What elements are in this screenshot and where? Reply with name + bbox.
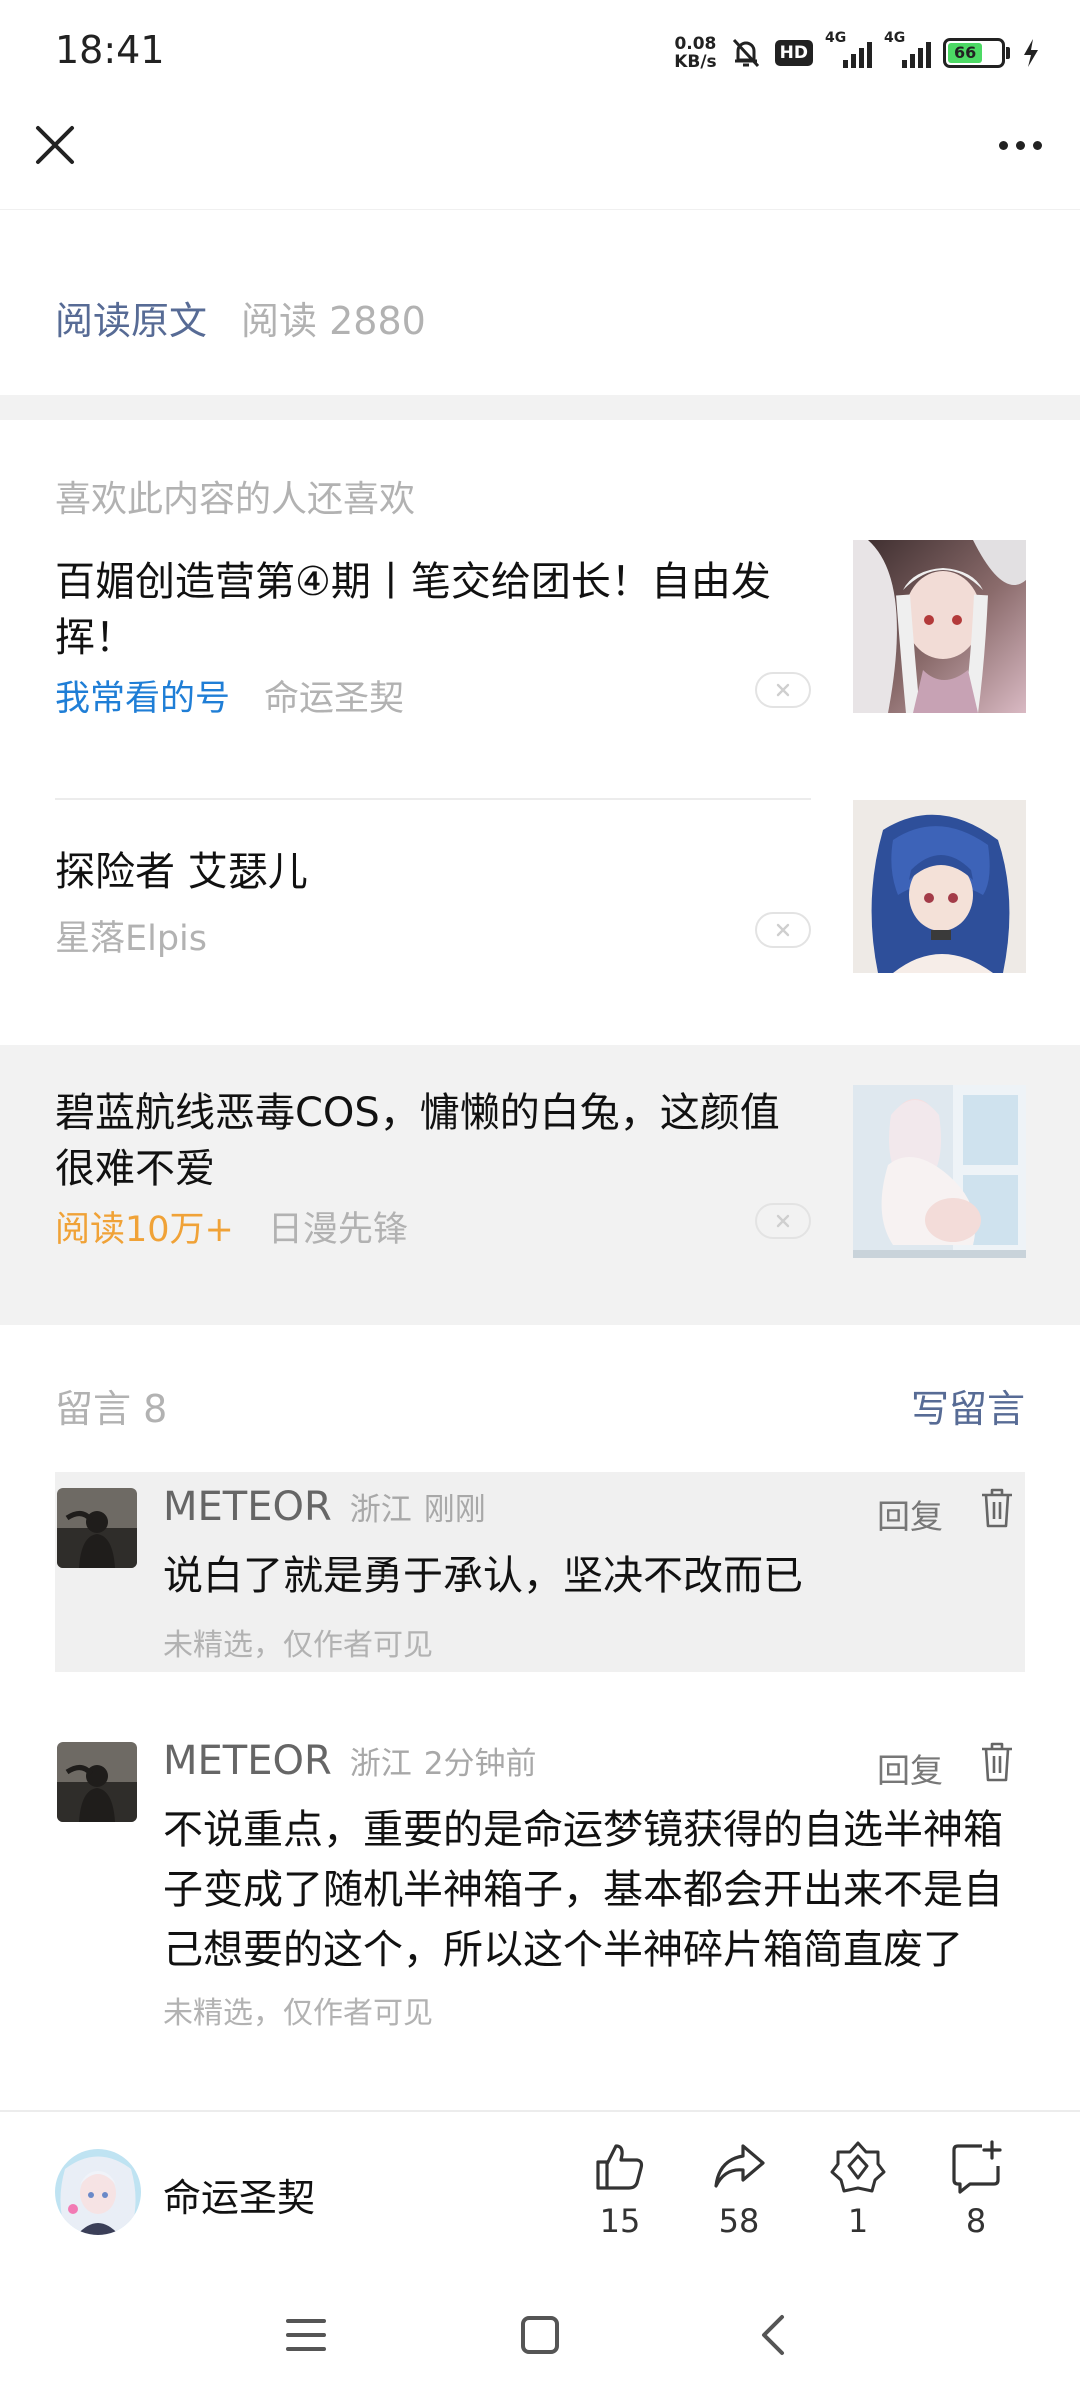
comment-author-row: METEOR 浙江 2分钟前 <box>163 1738 537 1784</box>
recommendations-header: 喜欢此内容的人还喜欢 <box>55 479 416 520</box>
more-button[interactable] <box>990 125 1050 165</box>
delete-button[interactable] <box>977 1740 1017 1784</box>
section-divider <box>0 395 1080 420</box>
back-button[interactable] <box>744 2305 804 2365</box>
recommendation-thumbnail <box>853 800 1026 973</box>
recommendation-source: 命运圣契 <box>264 679 405 719</box>
trash-icon <box>982 1488 1012 1528</box>
comment-text: 说白了就是勇于承认，坚决不改而已 <box>163 1553 803 1599</box>
comments-count: 留言 8 <box>55 1387 168 1431</box>
read-count: 阅读 2880 <box>241 299 426 343</box>
system-navigation-bar <box>0 2275 1080 2400</box>
thumbs-up-icon <box>596 2144 644 2190</box>
share-arrow-icon <box>714 2144 765 2188</box>
top-nav <box>0 100 1080 210</box>
reply-button[interactable]: 回复 <box>877 1744 943 1792</box>
comment-author[interactable]: METEOR <box>163 1738 332 1784</box>
recommend-count: 1 <box>847 2202 869 2240</box>
bottom-action-bar: 命运圣契 15 58 1 8 <box>0 2110 1080 2275</box>
comments-header: 留言 8 写留言 <box>55 1378 1025 1433</box>
comment-visibility-note: 未精选，仅作者可见 <box>163 1996 433 2031</box>
menu-icon <box>286 2319 326 2351</box>
close-button[interactable] <box>30 120 80 170</box>
comment-count: 8 <box>965 2202 987 2240</box>
bell-muted-icon <box>732 38 759 68</box>
reply-button[interactable]: 回复 <box>877 1490 943 1538</box>
recommendation-thumbnail <box>853 540 1026 713</box>
more-dot-icon <box>998 140 1008 150</box>
comment-location: 浙江 <box>349 1492 412 1528</box>
account-name[interactable]: 命运圣契 <box>163 2167 315 2222</box>
recommendation-source: 日漫先锋 <box>267 1210 408 1250</box>
recommendations-section: 喜欢此内容的人还喜欢 百媚创造营第④期丨笔交给团长！自由发挥！ 我常看的号 命运… <box>0 420 1080 1305</box>
recommendation-tag: 阅读10万+ <box>55 1210 234 1250</box>
avatar[interactable] <box>57 1742 137 1822</box>
home-button[interactable] <box>510 2305 570 2365</box>
square-icon <box>521 2316 559 2354</box>
recommendation-item[interactable]: 碧蓝航线恶毒COS，慵懒的白兔，这颜值很难不爱 阅读10万+ 日漫先锋 <box>0 1045 1080 1305</box>
menu-button[interactable] <box>276 2305 336 2365</box>
recommend-button[interactable]: 1 <box>818 2138 898 2240</box>
share-count: 58 <box>718 2202 760 2240</box>
hd-icon: HD <box>774 40 813 66</box>
signal-icon: 4G <box>884 30 931 68</box>
close-icon <box>776 923 790 937</box>
trash-icon <box>982 1742 1012 1782</box>
comment-button[interactable]: 8 <box>936 2138 1016 2240</box>
dismiss-button[interactable] <box>755 912 811 948</box>
section-divider <box>0 1305 1080 1325</box>
recommendation-tag: 我常看的号 <box>55 679 231 719</box>
comment-author-row: METEOR 浙江 刚刚 <box>163 1484 486 1530</box>
write-comment-button[interactable]: 写留言 <box>911 1378 1025 1433</box>
comment-author[interactable]: METEOR <box>163 1484 332 1530</box>
more-dot-icon <box>1015 140 1025 150</box>
flower-star-icon <box>830 2141 886 2193</box>
battery-icon: 66 <box>943 38 1010 68</box>
share-button[interactable]: 58 <box>699 2138 779 2240</box>
status-icons: 0.08 KB/s HD 4G 4G 66 <box>674 28 1040 78</box>
recommendation-source: 星落Elpis <box>55 919 208 959</box>
recommendation-title: 探险者 艾瑟儿 <box>55 849 308 895</box>
comment-visibility-note: 未精选，仅作者可见 <box>163 1628 433 1663</box>
close-icon <box>776 683 790 697</box>
recommendation-item[interactable]: 探险者 艾瑟儿 星落Elpis <box>0 800 1080 1060</box>
signal-icon: 4G <box>825 30 872 68</box>
comment-time: 刚刚 <box>423 1492 486 1528</box>
dismiss-button[interactable] <box>755 672 811 708</box>
recommendation-title: 碧蓝航线恶毒COS，慵懒的白兔，这颜值很难不爱 <box>55 1090 780 1192</box>
status-time: 18:41 <box>55 28 165 72</box>
comment-text: 不说重点，重要的是命运梦镜获得的自选半神箱子变成了随机半神箱子，基本都会开出来不… <box>163 1807 1003 1973</box>
recommendation-item[interactable]: 百媚创造营第④期丨笔交给团长！自由发挥！ 我常看的号 命运圣契 <box>0 540 1080 800</box>
read-original-link[interactable]: 阅读原文 <box>55 290 207 345</box>
close-icon <box>36 126 74 164</box>
avatar[interactable] <box>57 1488 137 1568</box>
read-row: 阅读原文 阅读 2880 <box>55 290 426 345</box>
like-button[interactable]: 15 <box>580 2138 660 2240</box>
delete-button[interactable] <box>977 1486 1017 1530</box>
more-dot-icon <box>1032 140 1042 150</box>
recommendation-title: 百媚创造营第④期丨笔交给团长！自由发挥！ <box>55 559 771 661</box>
comment-item[interactable]: METEOR 浙江 刚刚 回复 说白了就是勇于承认，坚决不改而已 未精选，仅作者可见 <box>55 1472 1025 1672</box>
close-icon <box>776 1214 790 1228</box>
back-chevron-icon <box>762 2315 784 2355</box>
network-speed: 0.08 KB/s <box>674 34 717 72</box>
charging-icon <box>1024 39 1038 67</box>
comment-time: 2分钟前 <box>423 1746 537 1782</box>
like-count: 15 <box>599 2202 641 2240</box>
status-bar: 18:41 0.08 KB/s HD 4G 4G 66 <box>0 0 1080 100</box>
add-comment-icon <box>952 2140 1002 2194</box>
account-avatar[interactable] <box>55 2149 141 2235</box>
dismiss-button[interactable] <box>755 1203 811 1239</box>
comment-location: 浙江 <box>349 1746 412 1782</box>
recommendation-thumbnail <box>853 1085 1026 1258</box>
comment-item[interactable]: METEOR 浙江 2分钟前 回复 不说重点，重要的是命运梦镜获得的自选半神箱子变成… <box>55 1726 1025 2046</box>
